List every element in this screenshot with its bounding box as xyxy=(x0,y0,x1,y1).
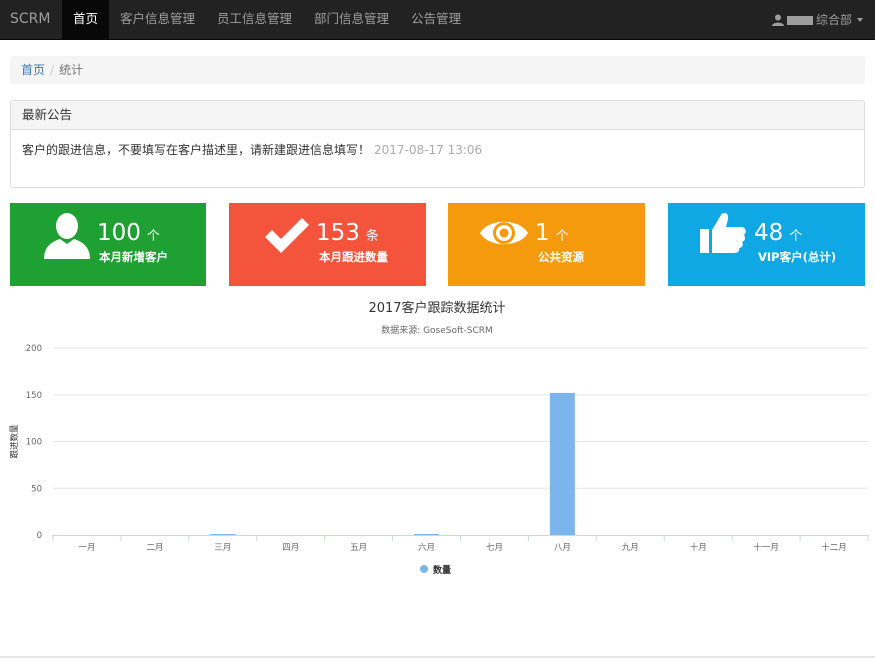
y-tick-label-0: 0 xyxy=(37,531,42,541)
tile-follow-ups[interactable]: 153 条 本月跟进数量 xyxy=(229,203,426,286)
x-tick-label-2: 三月 xyxy=(214,543,231,553)
breadcrumb-home-link[interactable]: 首页 xyxy=(21,63,45,77)
x-tick-label-7: 八月 xyxy=(554,543,571,553)
user-department: 综合部 xyxy=(815,13,852,27)
tile-vip-customers[interactable]: 48 个 VIP客户(总计) xyxy=(668,203,865,286)
tile-vip-customers-label: VIP客户(总计) xyxy=(758,250,837,264)
tile-vip-customers-value: 48 xyxy=(754,220,784,246)
user-menu[interactable]: 综合部 xyxy=(771,0,863,40)
notice-text: 客户的跟进信息，不要填写在客户描述里，请新建跟进信息填写！ xyxy=(22,143,371,157)
tile-follow-ups-value: 153 xyxy=(316,220,360,246)
user-icon xyxy=(44,213,90,259)
x-tick-label-4: 五月 xyxy=(350,543,367,553)
nav-item-notices[interactable]: 公告管理 xyxy=(400,0,472,39)
notice-date: 2017-08-17 13:06 xyxy=(374,143,483,157)
x-tick-label-8: 九月 xyxy=(622,543,639,553)
main-nav: 首页 客户信息管理 员工信息管理 部门信息管理 公告管理 xyxy=(62,0,472,40)
x-tick-label-0: 一月 xyxy=(78,543,95,553)
tile-new-customers-unit: 个 xyxy=(146,229,160,244)
y-tick-label-3: 150 xyxy=(26,391,42,401)
legend-label: 数量 xyxy=(433,564,451,576)
notice-body: 客户的跟进信息，不要填写在客户描述里，请新建跟进信息填写！ 2017-08-17 … xyxy=(11,130,864,170)
y-tick-label-4: 200 xyxy=(26,344,42,354)
thumbs-up-icon xyxy=(700,212,746,253)
breadcrumb-current: 统计 xyxy=(59,63,84,77)
tile-new-customers[interactable]: 100 个 本月新增客户 xyxy=(10,203,206,286)
breadcrumb: 首页 / 统计 xyxy=(10,56,865,84)
bar-7 xyxy=(549,392,575,535)
x-tick-label-10: 十一月 xyxy=(753,542,779,553)
bar-5 xyxy=(414,534,440,535)
eye-icon xyxy=(480,221,528,245)
tile-vip-customers-unit: 个 xyxy=(789,229,803,244)
x-tick-label-9: 十月 xyxy=(690,542,707,553)
tile-follow-ups-label: 本月跟进数量 xyxy=(319,250,388,264)
nav-item-home[interactable]: 首页 xyxy=(62,0,110,39)
x-tick-label-6: 七月 xyxy=(486,543,503,553)
y-axis-label: 跟进数量 xyxy=(9,424,20,459)
tile-public-resources-unit: 个 xyxy=(555,229,569,244)
y-tick-label-2: 100 xyxy=(26,438,42,448)
chart-title: 2017客户跟踪数据统计 xyxy=(368,300,505,316)
followup-bar-chart: 2017客户跟踪数据统计数据来源: GoseSoft-SCRM 0 50 100 150… xyxy=(9,300,869,576)
tile-new-customers-label: 本月新增客户 xyxy=(99,250,168,264)
notice-panel: 最新公告 客户的跟进信息，不要填写在客户描述里，请新建跟进信息填写！ 2017-0… xyxy=(10,100,865,188)
chevron-down-icon xyxy=(857,18,863,22)
tile-public-resources-label: 公共资源 xyxy=(538,250,584,264)
check-icon xyxy=(265,218,309,253)
x-tick-label-3: 四月 xyxy=(282,543,299,553)
x-tick-label-5: 六月 xyxy=(418,542,435,553)
tile-public-resources[interactable]: 1个 公共资源 xyxy=(448,203,645,286)
nav-item-employees[interactable]: 员工信息管理 xyxy=(206,0,303,39)
tile-public-resources-value: 1 xyxy=(535,220,550,246)
legend-marker xyxy=(420,565,428,573)
top-navbar: SCRM 首页 客户信息管理 员工信息管理 部门信息管理 公告管理 综合部 xyxy=(0,0,875,40)
chart-subtitle: 数据来源: GoseSoft-SCRM xyxy=(381,324,493,336)
brand-logo[interactable]: SCRM xyxy=(10,0,50,40)
tile-follow-ups-unit: 条 xyxy=(365,229,379,244)
bar-2 xyxy=(210,534,236,535)
tile-new-customers-value: 100 xyxy=(97,220,141,246)
user-icon xyxy=(771,14,784,26)
notice-heading: 最新公告 xyxy=(11,101,864,130)
breadcrumb-separator: / xyxy=(50,63,55,77)
y-tick-label-1: 50 xyxy=(31,484,42,494)
redacted-username xyxy=(786,15,813,25)
x-tick-label-1: 二月 xyxy=(146,543,163,553)
x-tick-label-11: 十二月 xyxy=(821,542,847,553)
nav-item-departments[interactable]: 部门信息管理 xyxy=(303,0,400,39)
nav-item-customers[interactable]: 客户信息管理 xyxy=(109,0,206,39)
page-bottom-border xyxy=(0,656,875,658)
